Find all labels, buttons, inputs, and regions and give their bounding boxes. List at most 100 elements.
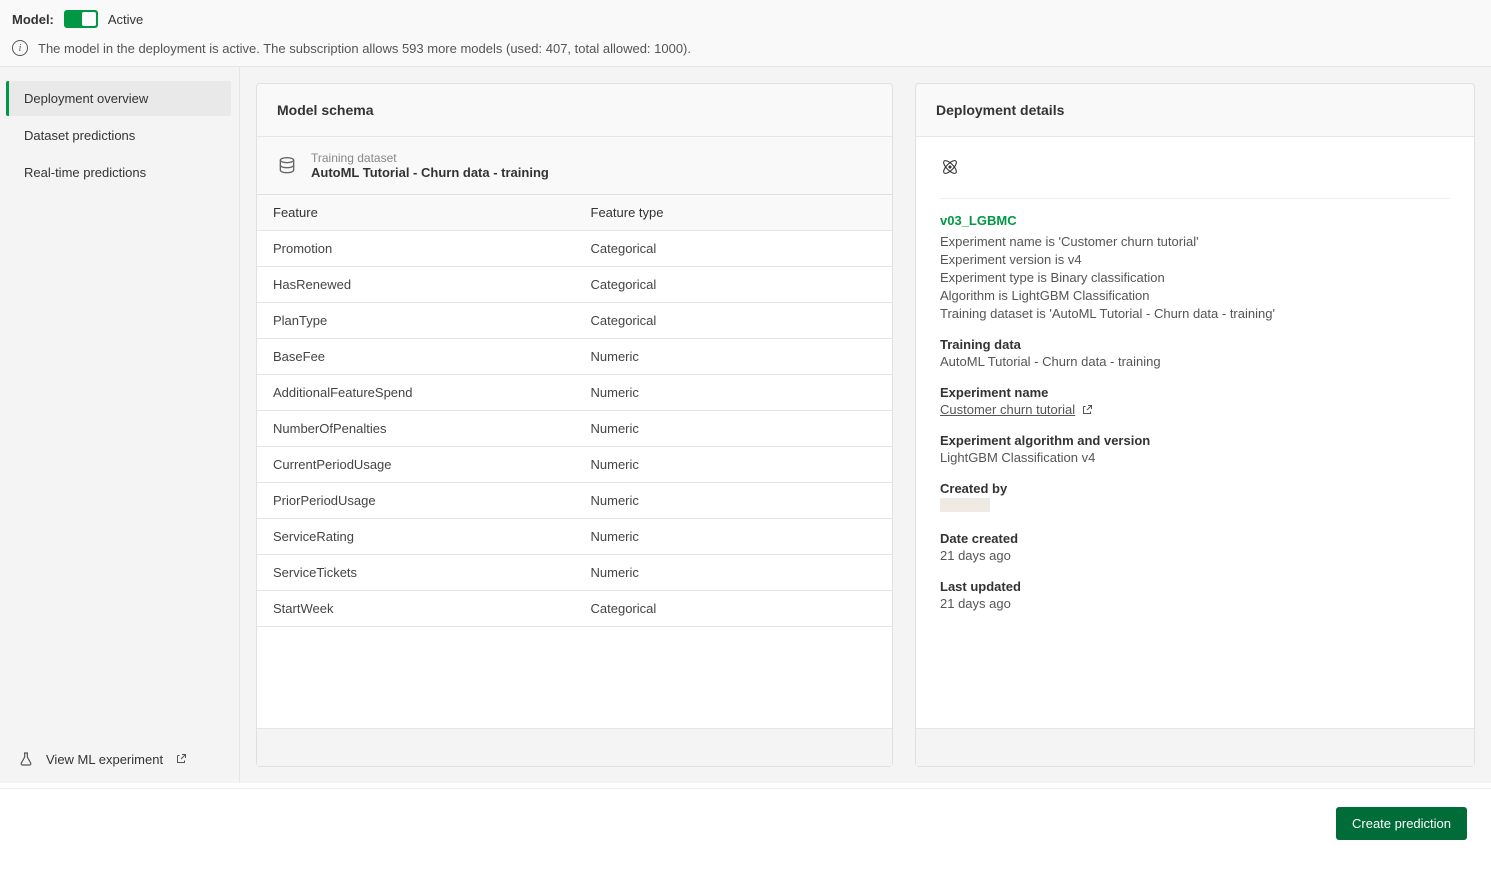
table-row: PromotionCategorical xyxy=(257,231,892,267)
section-label: Date created xyxy=(940,531,1450,546)
section-date-created: Date created 21 days ago xyxy=(940,531,1450,563)
sidebar-item-dataset-predictions[interactable]: Dataset predictions xyxy=(6,118,231,153)
created-by-value xyxy=(940,498,990,512)
type-cell: Numeric xyxy=(575,375,893,410)
external-link-icon xyxy=(175,753,187,765)
subscription-info-text: The model in the deployment is active. T… xyxy=(38,41,691,56)
top-bar: Model: Active i The model in the deploym… xyxy=(0,0,1491,67)
model-label: Model: xyxy=(12,12,54,27)
type-cell: Numeric xyxy=(575,447,893,482)
create-prediction-button[interactable]: Create prediction xyxy=(1336,807,1467,840)
feature-cell: StartWeek xyxy=(257,591,575,626)
model-active-toggle[interactable] xyxy=(64,10,98,28)
feature-cell: NumberOfPenalties xyxy=(257,411,575,446)
detail-line: Training dataset is 'AutoML Tutorial - C… xyxy=(940,306,1450,321)
type-cell: Categorical xyxy=(575,231,893,266)
main-wrap: Deployment overview Dataset predictions … xyxy=(0,67,1491,783)
details-panel-footer xyxy=(916,728,1474,766)
info-icon: i xyxy=(12,40,28,56)
type-cell: Categorical xyxy=(575,591,893,626)
training-dataset-label: Training dataset xyxy=(311,151,549,165)
feature-cell: AdditionalFeatureSpend xyxy=(257,375,575,410)
section-created-by: Created by xyxy=(940,481,1450,515)
training-dataset-name: AutoML Tutorial - Churn data - training xyxy=(311,165,549,180)
feature-cell: PlanType xyxy=(257,303,575,338)
table-row: StartWeekCategorical xyxy=(257,591,892,627)
section-value: LightGBM Classification v4 xyxy=(940,450,1450,465)
schema-table-header: Feature Feature type xyxy=(257,195,892,231)
section-experiment-name: Experiment name Customer churn tutorial xyxy=(940,385,1450,417)
table-row: PlanTypeCategorical xyxy=(257,303,892,339)
feature-cell: ServiceRating xyxy=(257,519,575,554)
feature-cell: PriorPeriodUsage xyxy=(257,483,575,518)
training-dataset-block: Training dataset AutoML Tutorial - Churn… xyxy=(257,137,892,195)
detail-line: Experiment name is 'Customer churn tutor… xyxy=(940,234,1450,249)
schema-panel-footer xyxy=(257,728,892,766)
sidebar-item-realtime-predictions[interactable]: Real-time predictions xyxy=(6,155,231,190)
atom-icon xyxy=(940,157,1450,180)
experiment-name-link[interactable]: Customer churn tutorial xyxy=(940,402,1450,417)
sidebar-footer-label: View ML experiment xyxy=(46,752,163,767)
deployment-details-title: Deployment details xyxy=(916,84,1474,137)
type-cell: Numeric xyxy=(575,339,893,374)
table-row: ServiceTicketsNumeric xyxy=(257,555,892,591)
sidebar-item-deployment-overview[interactable]: Deployment overview xyxy=(6,81,231,116)
model-status-text: Active xyxy=(108,12,143,27)
table-row: BaseFeeNumeric xyxy=(257,339,892,375)
type-cell: Numeric xyxy=(575,411,893,446)
table-row: NumberOfPenaltiesNumeric xyxy=(257,411,892,447)
type-cell: Numeric xyxy=(575,555,893,590)
database-icon xyxy=(277,156,297,176)
type-cell: Numeric xyxy=(575,519,893,554)
content-area: Model schema Training dataset AutoML Tut… xyxy=(240,67,1491,783)
divider xyxy=(940,198,1450,199)
schema-empty-area xyxy=(257,627,892,728)
feature-cell: CurrentPeriodUsage xyxy=(257,447,575,482)
sidebar-nav: Deployment overview Dataset predictions … xyxy=(0,67,239,735)
sidebar-footer-link[interactable]: View ML experiment xyxy=(0,735,239,783)
schema-table: Feature Feature type PromotionCategorica… xyxy=(257,195,892,627)
feature-cell: HasRenewed xyxy=(257,267,575,302)
table-row: PriorPeriodUsageNumeric xyxy=(257,483,892,519)
feature-cell: Promotion xyxy=(257,231,575,266)
section-value: 21 days ago xyxy=(940,548,1450,563)
table-row: HasRenewedCategorical xyxy=(257,267,892,303)
external-link-icon xyxy=(1081,404,1093,416)
sidebar-item-label: Deployment overview xyxy=(24,91,148,106)
section-value: 21 days ago xyxy=(940,596,1450,611)
section-label: Experiment name xyxy=(940,385,1450,400)
section-value: AutoML Tutorial - Churn data - training xyxy=(940,354,1450,369)
feature-cell: BaseFee xyxy=(257,339,575,374)
flask-icon xyxy=(18,751,34,767)
col-feature: Feature xyxy=(257,195,575,230)
subscription-info-row: i The model in the deployment is active.… xyxy=(12,40,1479,56)
model-name: v03_LGBMC xyxy=(940,213,1450,228)
table-row: CurrentPeriodUsageNumeric xyxy=(257,447,892,483)
model-schema-panel: Model schema Training dataset AutoML Tut… xyxy=(256,83,893,767)
table-row: ServiceRatingNumeric xyxy=(257,519,892,555)
model-schema-title: Model schema xyxy=(257,84,892,137)
sidebar-item-label: Dataset predictions xyxy=(24,128,135,143)
section-label: Training data xyxy=(940,337,1450,352)
section-label: Last updated xyxy=(940,579,1450,594)
deployment-details-body: v03_LGBMC Experiment name is 'Customer c… xyxy=(916,137,1474,728)
section-algorithm: Experiment algorithm and version LightGB… xyxy=(940,433,1450,465)
model-status-row: Model: Active xyxy=(12,10,1479,28)
type-cell: Categorical xyxy=(575,267,893,302)
sidebar: Deployment overview Dataset predictions … xyxy=(0,67,240,783)
detail-line: Algorithm is LightGBM Classification xyxy=(940,288,1450,303)
type-cell: Numeric xyxy=(575,483,893,518)
deployment-details-panel: Deployment details v03_LGBMC Experiment … xyxy=(915,83,1475,767)
type-cell: Categorical xyxy=(575,303,893,338)
section-last-updated: Last updated 21 days ago xyxy=(940,579,1450,611)
section-training-data: Training data AutoML Tutorial - Churn da… xyxy=(940,337,1450,369)
detail-line: Experiment type is Binary classification xyxy=(940,270,1450,285)
experiment-name-text: Customer churn tutorial xyxy=(940,402,1075,417)
section-label: Experiment algorithm and version xyxy=(940,433,1450,448)
feature-cell: ServiceTickets xyxy=(257,555,575,590)
col-type: Feature type xyxy=(575,195,893,230)
section-label: Created by xyxy=(940,481,1450,496)
sidebar-item-label: Real-time predictions xyxy=(24,165,146,180)
footer-bar: Create prediction xyxy=(0,788,1491,886)
detail-line: Experiment version is v4 xyxy=(940,252,1450,267)
